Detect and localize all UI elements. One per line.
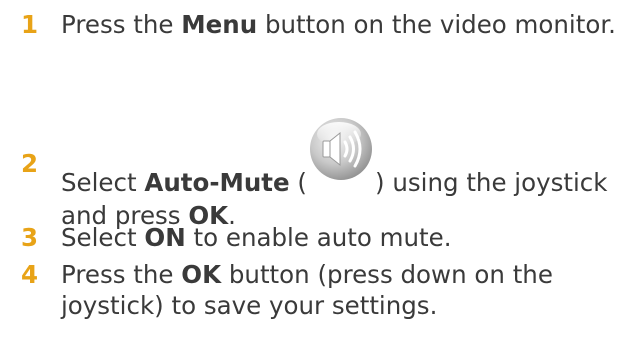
step-number: 2 (21, 149, 39, 178)
close-paren: ) using the joystick (375, 168, 608, 197)
step-number: 1 (21, 10, 39, 39)
auto-mute-label: Auto-Mute (144, 168, 290, 197)
ok-button-label: OK (181, 260, 222, 289)
step-text: Select Auto-Mute () using the joystick … (61, 118, 633, 231)
step-text: Select ON to enable auto mute. (61, 222, 633, 253)
menu-button-label: Menu (181, 10, 258, 39)
step-text-pre: Press the (61, 10, 182, 39)
step-text-pre: Press the (61, 260, 182, 289)
step-text-pre: Select (61, 168, 145, 197)
step-text-post: button on the video monitor. (257, 10, 616, 39)
open-paren: ( (289, 168, 307, 197)
step-number: 4 (21, 260, 39, 289)
step-text-post: to enable auto mute. (185, 223, 452, 252)
step-text-pre: Select (61, 223, 145, 252)
speaker-volume-icon (308, 118, 374, 200)
step-text-post: button (press down on the (221, 260, 553, 289)
on-option-label: ON (144, 223, 186, 252)
step-text-line2: joystick) to save your settings. (61, 291, 438, 320)
step-number: 3 (21, 223, 39, 252)
step-text: Press the OK button (press down on the jo… (61, 259, 633, 321)
step-text: Press the Menu button on the video monit… (61, 9, 633, 40)
